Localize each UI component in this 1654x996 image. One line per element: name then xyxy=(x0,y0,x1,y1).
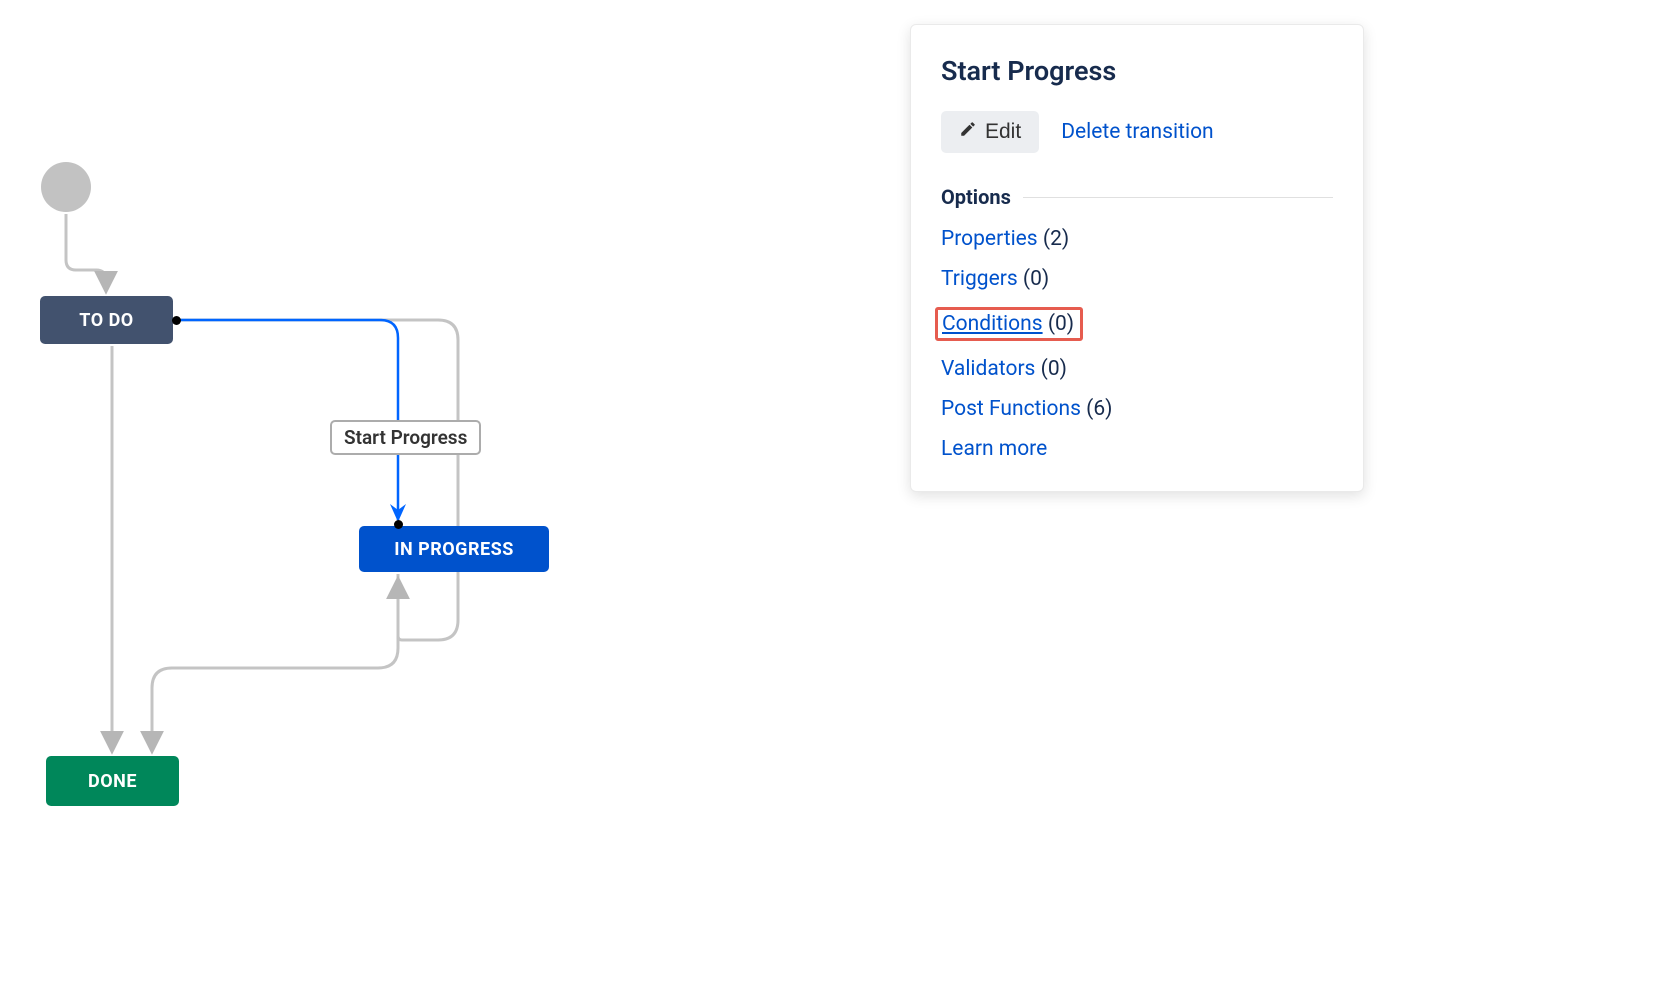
triggers-link[interactable]: Triggers xyxy=(941,267,1018,291)
post-functions-count: (6) xyxy=(1086,397,1112,421)
status-label: TO DO xyxy=(79,310,133,331)
connection-dot xyxy=(172,316,181,325)
delete-transition-link[interactable]: Delete transition xyxy=(1061,120,1213,144)
properties-link[interactable]: Properties xyxy=(941,227,1038,251)
workflow-canvas[interactable]: TO DO IN PROGRESS DONE Start Progress xyxy=(0,0,900,996)
conditions-link[interactable]: Conditions xyxy=(942,312,1043,336)
transition-label-start-progress[interactable]: Start Progress xyxy=(330,420,481,455)
status-label: DONE xyxy=(88,771,137,792)
transition-label-text: Start Progress xyxy=(344,426,467,449)
option-triggers: Triggers (0) xyxy=(941,267,1333,291)
pencil-icon xyxy=(959,120,977,144)
conditions-count: (0) xyxy=(1048,312,1074,336)
status-node-in-progress[interactable]: IN PROGRESS xyxy=(359,526,549,572)
workflow-wires xyxy=(0,0,900,996)
transition-details-panel: Start Progress Edit Delete transition Op… xyxy=(910,24,1364,492)
option-conditions: Conditions (0) xyxy=(941,307,1333,341)
status-node-todo[interactable]: TO DO xyxy=(40,296,173,344)
validators-link[interactable]: Validators xyxy=(941,357,1035,381)
conditions-highlight: Conditions (0) xyxy=(935,307,1083,341)
panel-actions: Edit Delete transition xyxy=(941,111,1333,153)
option-post-functions: Post Functions (6) xyxy=(941,397,1333,421)
status-label: IN PROGRESS xyxy=(394,539,514,560)
divider xyxy=(1023,197,1333,198)
option-validators: Validators (0) xyxy=(941,357,1333,381)
edit-button-label: Edit xyxy=(985,120,1021,144)
panel-title: Start Progress xyxy=(941,55,1333,87)
post-functions-link[interactable]: Post Functions xyxy=(941,397,1081,421)
options-heading-row: Options xyxy=(941,185,1333,209)
options-list: Properties (2) Triggers (0) Conditions (… xyxy=(941,227,1333,461)
connection-dot xyxy=(394,520,403,529)
edit-button[interactable]: Edit xyxy=(941,111,1039,153)
option-properties: Properties (2) xyxy=(941,227,1333,251)
status-node-done[interactable]: DONE xyxy=(46,756,179,806)
properties-count: (2) xyxy=(1043,227,1069,251)
options-heading: Options xyxy=(941,185,1011,209)
option-learn-more: Learn more xyxy=(941,437,1333,461)
learn-more-link[interactable]: Learn more xyxy=(941,437,1047,461)
workflow-start-node[interactable] xyxy=(41,162,91,212)
validators-count: (0) xyxy=(1041,357,1067,381)
triggers-count: (0) xyxy=(1023,267,1049,291)
